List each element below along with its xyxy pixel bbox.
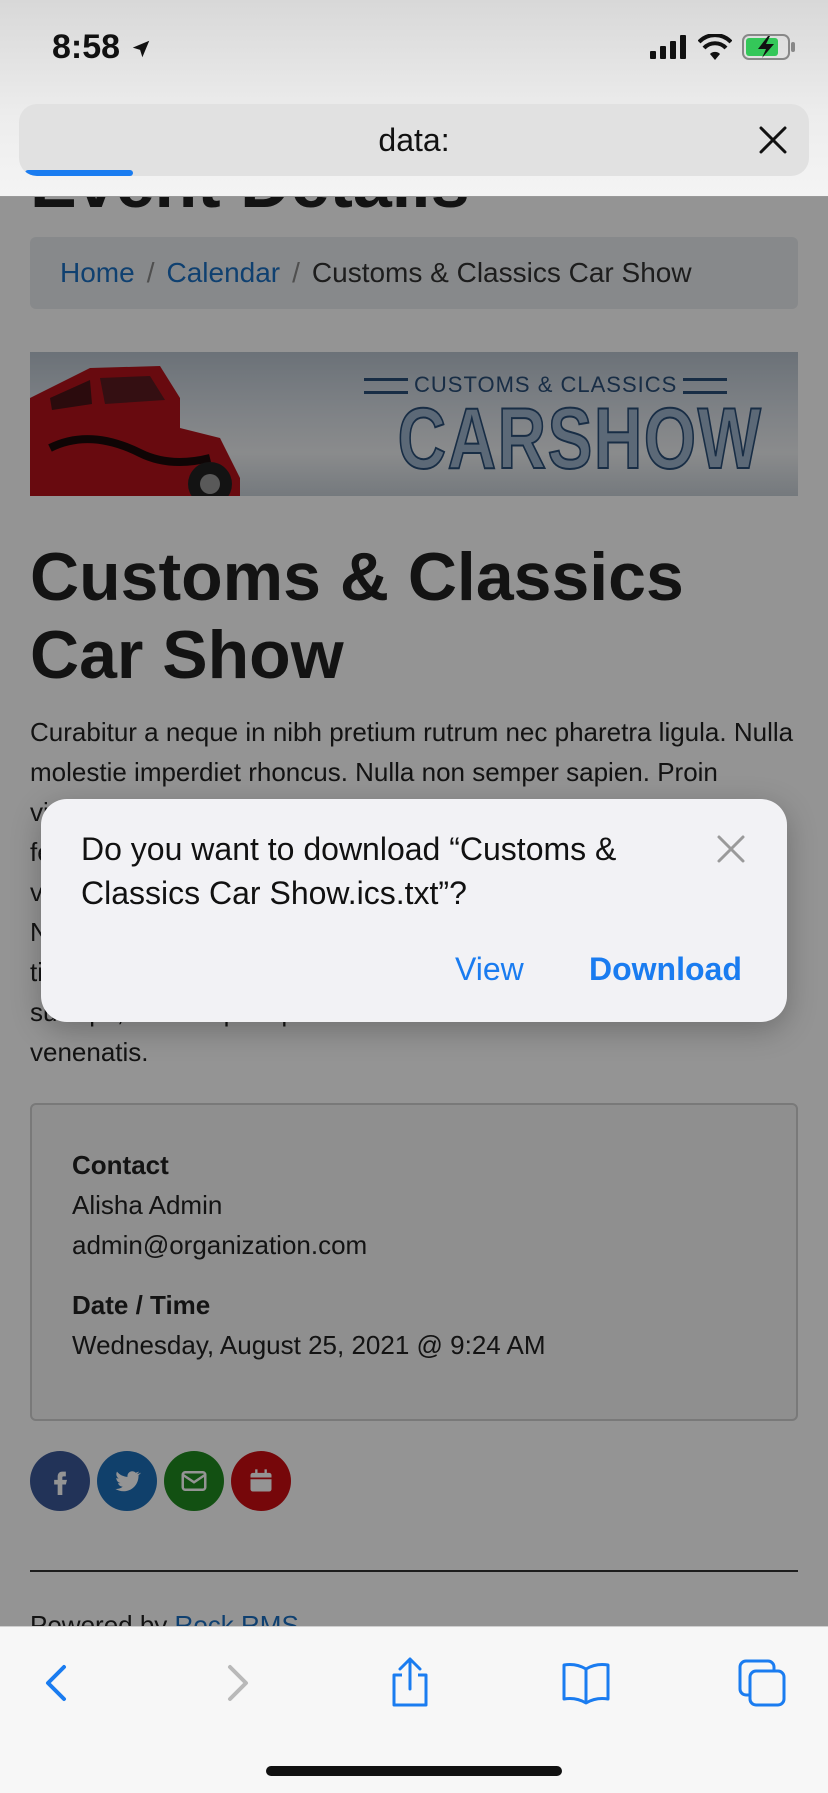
status-time: 8:58: [52, 28, 152, 67]
wifi-icon: [698, 34, 732, 60]
cellular-signal-icon: [650, 35, 686, 59]
page-load-progress: [25, 170, 133, 176]
home-indicator: [266, 1766, 562, 1776]
status-icons: [650, 34, 796, 60]
address-bar[interactable]: data:: [19, 104, 809, 176]
bookmarks-icon[interactable]: [558, 1655, 614, 1711]
view-button[interactable]: View: [455, 951, 524, 988]
battery-charging-icon: [742, 34, 795, 60]
forward-icon[interactable]: [208, 1655, 264, 1711]
close-icon[interactable]: [715, 833, 747, 865]
download-dialog: Do you want to download “Customs & Class…: [41, 799, 787, 1022]
url-text: data:: [378, 122, 450, 158]
download-button[interactable]: Download: [589, 951, 742, 988]
tabs-icon[interactable]: [734, 1655, 790, 1711]
browser-top-bar: 8:58 data:: [0, 0, 828, 197]
download-dialog-message: Do you want to download “Customs & Class…: [81, 831, 617, 911]
location-arrow-icon: [132, 40, 149, 58]
share-icon[interactable]: [382, 1655, 438, 1711]
status-time-text: 8:58: [52, 28, 121, 66]
stop-loading-icon[interactable]: [755, 122, 791, 158]
back-icon[interactable]: [30, 1655, 86, 1711]
